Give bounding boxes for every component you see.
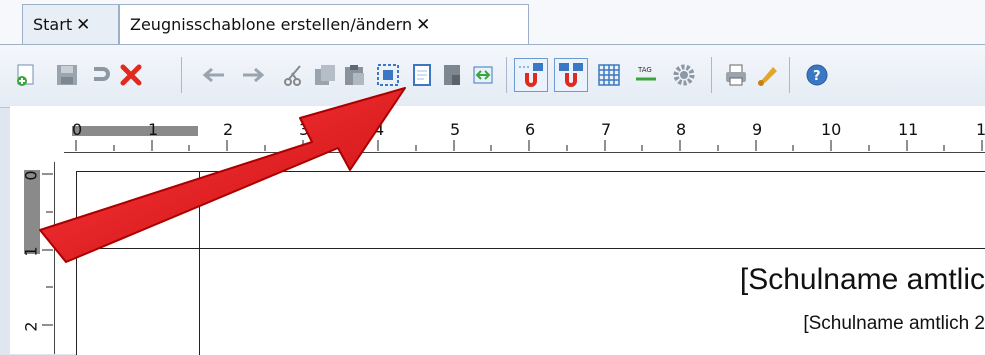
ruler-label: 5 xyxy=(450,120,461,139)
ruler-label: 9 xyxy=(752,120,763,139)
frame-border xyxy=(77,248,985,249)
magnet-grid-icon[interactable] xyxy=(554,58,588,92)
new-document-icon[interactable] xyxy=(14,63,38,87)
ruler-label: 11 xyxy=(898,120,919,139)
ruler-label: 2 xyxy=(21,321,41,332)
paste-icon[interactable] xyxy=(342,63,366,87)
arrow-right-icon[interactable] xyxy=(241,63,265,87)
frame-border xyxy=(199,172,200,355)
undo-icon[interactable] xyxy=(88,63,112,87)
toolbar-separator xyxy=(789,57,790,93)
grid-icon[interactable] xyxy=(597,63,621,87)
copy-icon[interactable] xyxy=(313,63,337,87)
ruler-label: 6 xyxy=(525,120,536,139)
ruler-label: 1 xyxy=(21,246,41,257)
ruler-label: 2 xyxy=(223,120,234,139)
magnet-snap-icon[interactable] xyxy=(514,58,548,92)
svg-text:?: ? xyxy=(813,69,821,84)
horizontal-ruler: 0 1 2 3 4 5 6 7 8 9 10 11 1 xyxy=(64,118,985,153)
ruler-label: 7 xyxy=(601,120,612,139)
select-frame-icon[interactable] xyxy=(376,63,400,87)
ruler-label: 8 xyxy=(676,120,687,139)
school-name-2-field[interactable]: [Schulname amtlich 2 xyxy=(803,313,985,335)
page-icon[interactable] xyxy=(410,63,434,87)
arrow-left-icon[interactable] xyxy=(202,63,226,87)
toolbar-separator xyxy=(711,57,712,93)
svg-text:TAG: TAG xyxy=(637,66,652,74)
toolbar-separator xyxy=(506,57,507,93)
cut-icon[interactable] xyxy=(282,63,306,87)
ruler-label: 0 xyxy=(21,170,41,181)
settings-gear-icon[interactable] xyxy=(672,63,696,87)
ruler-label: 4 xyxy=(374,120,385,139)
toolbar-separator xyxy=(181,57,182,93)
tab-bar: Start ✕ Zeugnisschablone erstellen/änder… xyxy=(0,0,985,44)
tag-icon[interactable]: TAG xyxy=(634,63,658,87)
save-icon[interactable] xyxy=(55,63,79,87)
toolbar: TAG ? xyxy=(0,44,985,108)
tab-zeugnisschablone-label: Zeugnisschablone erstellen/ändern xyxy=(130,15,413,34)
help-icon[interactable]: ? xyxy=(805,63,829,87)
bell-icon[interactable] xyxy=(756,63,780,87)
school-name-field[interactable]: [Schulname amtlic xyxy=(740,263,985,297)
ruler-label: 1 xyxy=(976,120,985,139)
tab-start-label: Start xyxy=(33,15,73,34)
page-dark-icon[interactable] xyxy=(440,63,464,87)
ruler-label: 3 xyxy=(299,120,310,139)
ruler-label: 0 xyxy=(72,120,83,139)
ruler-label: 10 xyxy=(821,120,842,139)
tab-start[interactable]: Start ✕ xyxy=(22,4,119,44)
page-link-icon[interactable] xyxy=(471,63,495,87)
delete-icon[interactable] xyxy=(119,63,143,87)
close-icon[interactable]: ✕ xyxy=(76,15,90,35)
vertical-ruler: 0 1 2 xyxy=(14,162,55,354)
print-icon[interactable] xyxy=(724,63,748,87)
close-icon[interactable]: ✕ xyxy=(416,15,430,35)
ruler-label: 1 xyxy=(148,120,159,139)
tab-zeugnisschablone[interactable]: Zeugnisschablone erstellen/ändern ✕ xyxy=(119,4,529,44)
